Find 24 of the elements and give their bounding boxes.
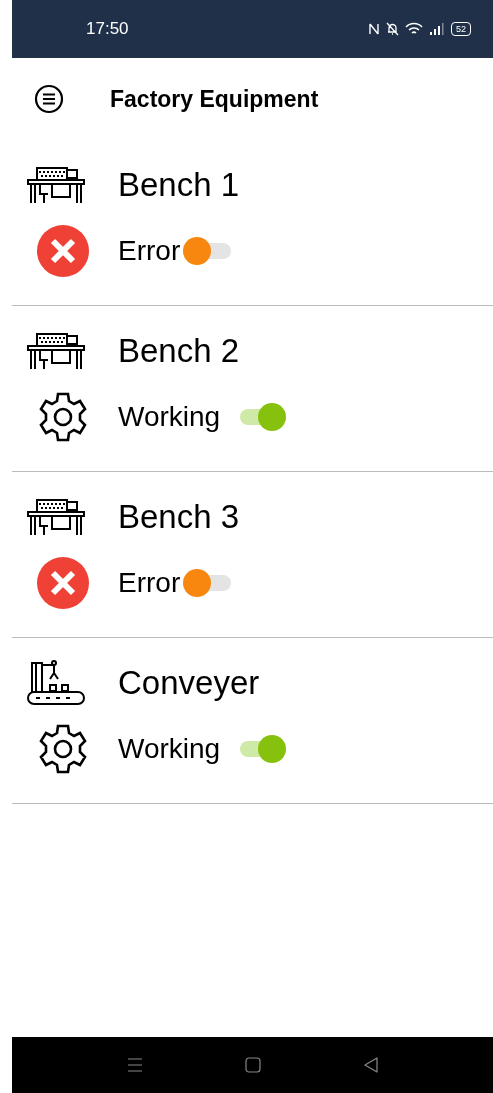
workbench-icon (26, 164, 86, 205)
status-label: Working (118, 732, 221, 765)
workbench-icon (26, 330, 86, 371)
error-icon (36, 555, 90, 610)
signal-icon (429, 22, 445, 36)
equipment-name: Bench 2 (118, 331, 240, 370)
equipment-name: Conveyer (118, 663, 260, 702)
conveyor-icon (26, 658, 86, 707)
status-label: Error (118, 234, 181, 267)
bell-muted-icon (386, 22, 399, 36)
equipment-name: Bench 3 (118, 497, 240, 536)
error-icon (36, 223, 90, 278)
menu-icon[interactable] (34, 84, 64, 114)
status-label: Working (118, 400, 221, 433)
equipment-name: Bench 1 (118, 165, 240, 204)
clock: 17:50 (86, 19, 129, 39)
app-title: Factory Equipment (110, 85, 319, 113)
home-icon[interactable] (244, 1057, 261, 1073)
workbench-icon (26, 496, 86, 537)
wifi-icon (405, 22, 423, 36)
nfc-icon (368, 22, 380, 36)
back-icon[interactable] (362, 1057, 379, 1073)
status-label: Error (118, 566, 181, 599)
battery-indicator: 52 (451, 22, 471, 36)
